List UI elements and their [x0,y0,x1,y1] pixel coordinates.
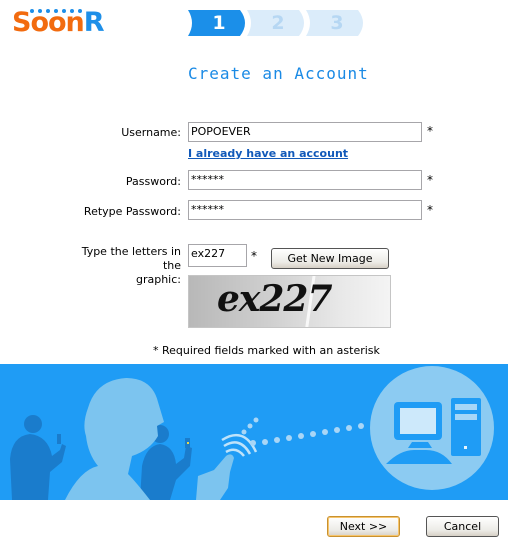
wireless-signal-icon [221,433,258,457]
page-title: Create an Account [188,64,369,83]
password-required-mark: * [427,173,433,187]
captcha-input[interactable]: ex227 [188,244,247,267]
banner-illustration [0,364,508,500]
retype-password-required-mark: * [427,203,433,217]
required-fields-note: * Required fields marked with an asteris… [153,344,380,357]
captcha-image-text: ex227 [217,278,333,320]
banner-svg [10,366,494,500]
captcha-label-line2: graphic: [135,273,181,286]
cancel-button[interactable]: Cancel [426,516,499,537]
username-input[interactable]: POPOEVER [188,122,422,142]
password-input[interactable]: ****** [188,170,422,190]
password-label: Password: [125,175,181,188]
sync-dots [241,417,364,446]
captcha-image: ex227 [188,275,391,328]
desktop-computer-icon [386,398,481,464]
person-silhouette-left [10,415,66,500]
wizard-step-3: 3 [306,10,368,36]
captcha-label: Type the letters in the graphic: [61,245,181,287]
soonr-logo: SoonR [12,6,105,40]
wizard-step-2: 2 [247,10,309,36]
logo-text-prefix: Soon [12,7,85,38]
wizard-steps: 1 2 3 [188,10,368,36]
step-number: 2 [271,12,285,34]
step-number: 1 [212,12,226,34]
step-number: 3 [330,12,344,34]
captcha-label-line1: Type the letters in the [81,245,181,272]
captcha-required-mark: * [251,249,257,263]
hand-with-phone [196,454,234,500]
logo-text-suffix: R [83,7,105,38]
existing-account-link[interactable]: I already have an account [188,147,348,160]
next-button[interactable]: Next >> [327,516,400,537]
retype-password-input[interactable]: ****** [188,200,422,220]
retype-password-label: Retype Password: [83,205,181,218]
username-label: Username: [121,126,181,139]
wizard-step-1: 1 [188,10,250,36]
username-required-mark: * [427,124,433,138]
get-new-image-button[interactable]: Get New Image [271,248,389,269]
